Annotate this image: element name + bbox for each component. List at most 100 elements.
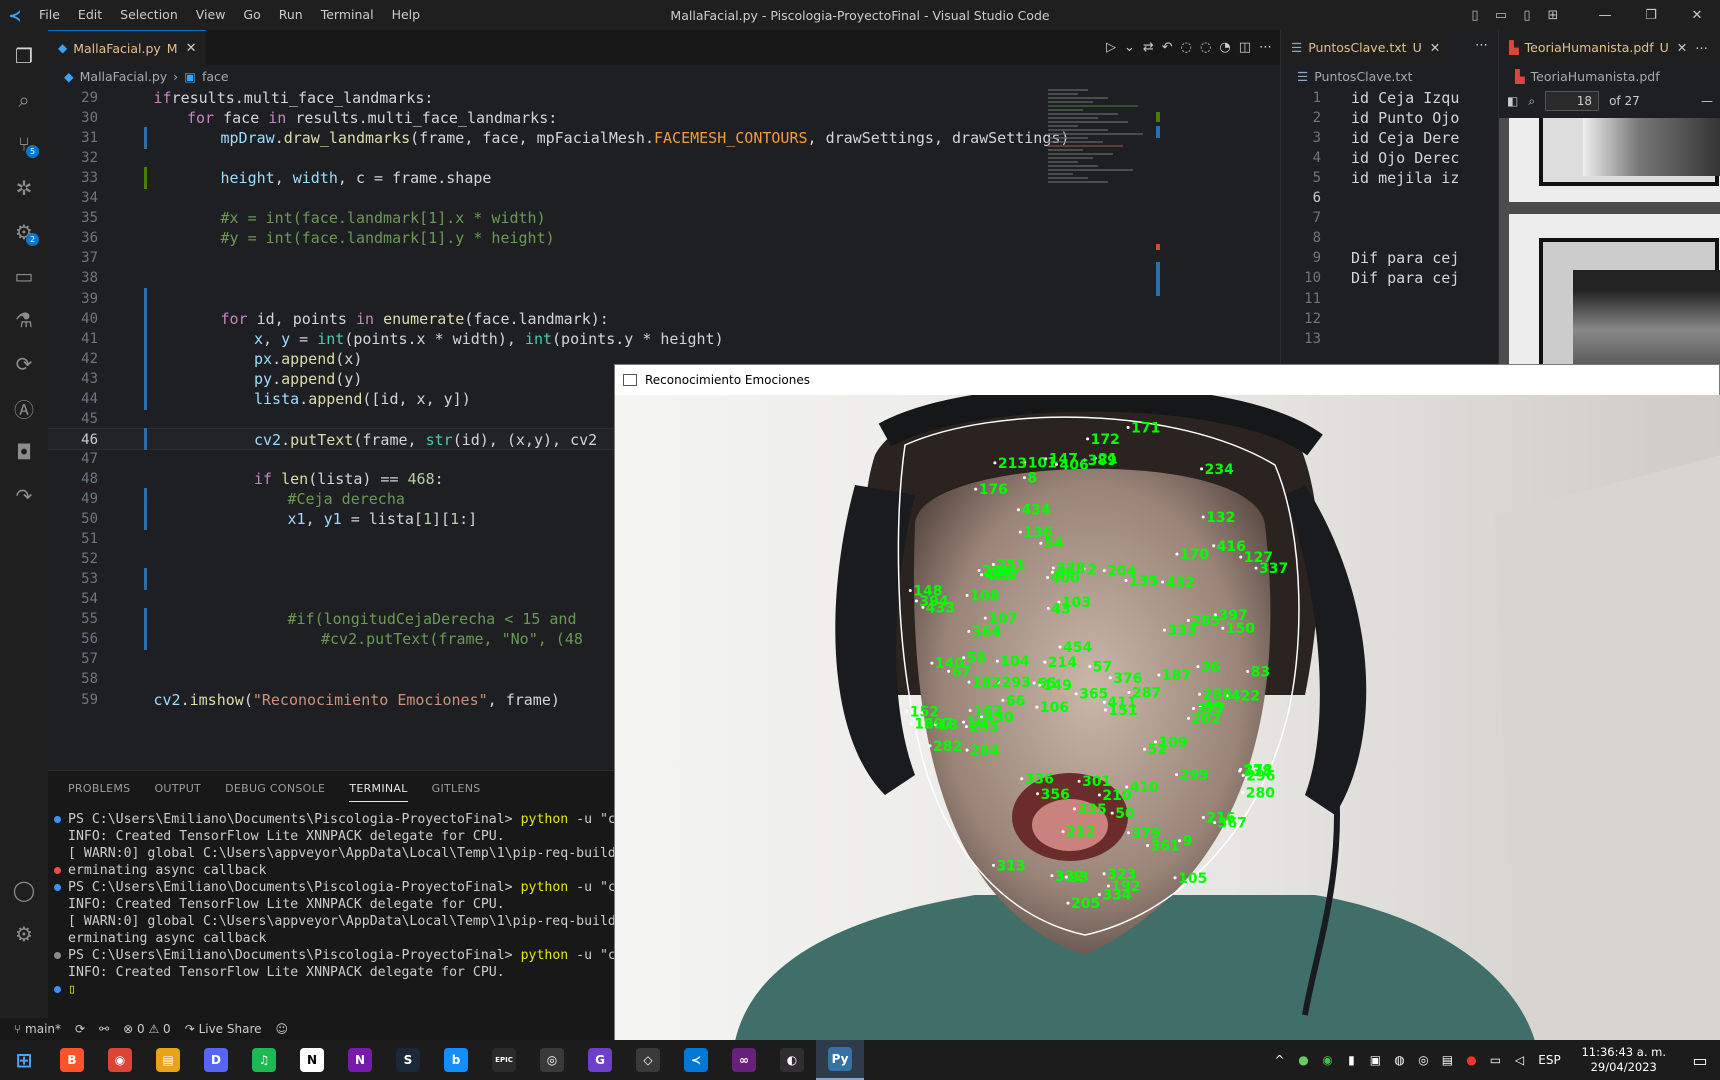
taskbar-start-icon[interactable]: ⊞ — [0, 1040, 48, 1080]
tab-teoriahumanista[interactable]: ▙ TeoriaHumanista.pdf U ✕ ⋯ — [1499, 30, 1718, 65]
volume-icon[interactable]: ◁ — [1507, 1053, 1531, 1067]
taskbar-notion-icon[interactable]: N — [288, 1040, 336, 1080]
close-tab-icon[interactable]: ✕ — [1677, 40, 1687, 55]
customize-layout-icon[interactable]: ⊞ — [1540, 8, 1566, 23]
taskbar-epic-games-icon[interactable]: EPIC — [480, 1040, 528, 1080]
menu-go[interactable]: Go — [234, 0, 269, 30]
taskbar-brave-icon[interactable]: B — [48, 1040, 96, 1080]
run-debug-icon[interactable]: ✲ — [0, 166, 48, 210]
terminal[interactable]: PS C:\Users\Emiliano\Documents\Piscologi… — [48, 811, 620, 998]
more-actions-icon[interactable]: ⋯ — [1475, 38, 1488, 53]
toggle-panel-icon[interactable]: ▭ — [1488, 8, 1514, 23]
breadcrumb-file[interactable]: PuntosClave.txt — [1314, 69, 1412, 84]
taskbar-python-icon[interactable]: Py — [816, 1040, 864, 1080]
microphone-icon[interactable]: ▮ — [1339, 1053, 1363, 1067]
command-decoration-icon[interactable] — [54, 986, 61, 993]
menu-help[interactable]: Help — [383, 0, 430, 30]
tray-app-icon[interactable]: ● — [1291, 1053, 1315, 1067]
breadcrumb-file[interactable]: MallaFacial.py — [80, 69, 168, 84]
tray-app-icon[interactable]: ▤ — [1435, 1053, 1459, 1067]
manage-gear-icon[interactable]: ⚙ — [0, 912, 48, 956]
menu-selection[interactable]: Selection — [111, 0, 187, 30]
extensions-icon[interactable]: ⚙ 2 — [0, 210, 48, 254]
zoom-out-icon[interactable]: — — [1701, 94, 1713, 108]
menu-file[interactable]: File — [30, 0, 69, 30]
taskbar-github-desktop-icon[interactable]: G — [576, 1040, 624, 1080]
chevron-up-icon[interactable]: ^ — [1267, 1053, 1291, 1067]
close-tab-icon[interactable]: ✕ — [186, 41, 197, 56]
run-dropdown-icon[interactable]: ⌄ — [1124, 40, 1135, 55]
tab-debug-console[interactable]: DEBUG CONSOLE — [225, 782, 325, 795]
tab-problems[interactable]: PROBLEMS — [68, 782, 130, 795]
tab-puntosclave[interactable]: ☰ PuntosClave.txt U ✕ — [1281, 30, 1451, 65]
minimize-button[interactable]: — — [1582, 8, 1628, 23]
run-icon[interactable]: ▷ — [1106, 40, 1116, 55]
taskbar-chrome-icon[interactable]: ◉ — [96, 1040, 144, 1080]
menu-edit[interactable]: Edit — [69, 0, 111, 30]
timeline-icon[interactable]: ◔ — [1219, 40, 1230, 55]
compare-changes-icon[interactable]: ⇄ — [1143, 40, 1154, 55]
taskbar-onenote-icon[interactable]: N — [336, 1040, 384, 1080]
tray-app-icon[interactable]: ▣ — [1363, 1053, 1387, 1067]
toggle-secondary-sidebar-icon[interactable]: ▯ — [1514, 8, 1540, 23]
gamepad-icon[interactable]: ◍ — [1387, 1053, 1411, 1067]
toggle-sidebar-icon[interactable]: ▯ — [1462, 8, 1488, 23]
breadcrumb-symbol[interactable]: face — [202, 69, 229, 84]
pdf-viewer[interactable] — [1499, 118, 1720, 370]
restore-button[interactable]: ❐ — [1628, 8, 1674, 23]
search-icon[interactable]: ⌕ — [1528, 94, 1535, 109]
minimap[interactable] — [1048, 87, 1168, 227]
git-graph-status-icon[interactable]: ⚯ — [99, 1022, 109, 1036]
tab-output[interactable]: OUTPUT — [154, 782, 201, 795]
taskbar-file-explorer-icon[interactable]: ▤ — [144, 1040, 192, 1080]
taskbar-steam-icon[interactable]: S — [384, 1040, 432, 1080]
menu-view[interactable]: View — [187, 0, 235, 30]
testing-icon[interactable]: ⚗ — [0, 298, 48, 342]
live-share-button[interactable]: ↷ Live Share — [185, 1022, 262, 1036]
feedback-smiley-icon[interactable]: ☺ — [276, 1022, 289, 1036]
previous-change-icon[interactable]: ◌ — [1181, 40, 1192, 55]
more-actions-icon[interactable]: ⋯ — [1695, 40, 1708, 55]
menu-run[interactable]: Run — [270, 0, 312, 30]
next-change-icon[interactable]: ◌ — [1200, 40, 1211, 55]
sync-icon[interactable]: ⟳ — [75, 1022, 85, 1036]
command-decoration-icon[interactable] — [54, 952, 61, 959]
split-editor-icon[interactable]: ◫ — [1239, 40, 1251, 55]
tray-app-icon[interactable]: ◉ — [1315, 1053, 1339, 1067]
taskbar-obs-icon[interactable]: ◐ — [768, 1040, 816, 1080]
remote-explorer-icon[interactable]: ▭ — [0, 254, 48, 298]
taskbar-spotify-icon[interactable]: ♫ — [240, 1040, 288, 1080]
network-icon[interactable]: ▭ — [1483, 1053, 1507, 1067]
tab-mallafacial[interactable]: ◆ MallaFacial.py M ✕ — [48, 30, 207, 65]
taskbar-visual-studio-icon[interactable]: ∞ — [720, 1040, 768, 1080]
taskbar-obs-like-icon[interactable]: ◎ — [528, 1040, 576, 1080]
sidebar-toggle-icon[interactable]: ◧ — [1507, 94, 1518, 108]
menu-terminal[interactable]: Terminal — [312, 0, 383, 30]
command-decoration-icon[interactable] — [54, 884, 61, 891]
git-graph-icon[interactable]: ⟳ — [0, 342, 48, 386]
more-actions-icon[interactable]: ⋯ — [1259, 40, 1272, 55]
taskbar-battle-net-icon[interactable]: b — [432, 1040, 480, 1080]
problems-indicator[interactable]: ⊗ 0 ⚠ 0 — [123, 1022, 171, 1036]
steam-tray-icon[interactable]: ◎ — [1411, 1053, 1435, 1067]
command-decoration-icon[interactable] — [54, 816, 61, 823]
notification-icon[interactable]: ▭ — [1680, 1051, 1720, 1070]
close-window-button[interactable]: ✕ — [1674, 8, 1720, 23]
close-tab-icon[interactable]: ✕ — [1430, 40, 1440, 55]
language-indicator[interactable]: ESP — [1531, 1053, 1567, 1067]
branch-indicator[interactable]: ⑂ main* — [14, 1022, 61, 1036]
source-control-icon[interactable]: ⑂ 5 — [0, 122, 48, 166]
clock[interactable]: 11:36:43 a. m. 29/04/2023 — [1567, 1045, 1680, 1075]
alert-icon[interactable]: ● — [1459, 1053, 1483, 1067]
breadcrumb-file[interactable]: TeoriaHumanista.pdf — [1531, 69, 1660, 84]
atlas-icon[interactable]: Ⓐ — [0, 386, 48, 430]
taskbar-vscode-icon[interactable]: ≺ — [672, 1040, 720, 1080]
command-decoration-icon[interactable] — [54, 867, 61, 874]
camera-window[interactable]: Reconocimiento Emociones 67 109 10 338 2… — [614, 364, 1720, 1041]
taskbar-discord-icon[interactable]: D — [192, 1040, 240, 1080]
search-icon[interactable]: ⌕ — [0, 78, 48, 122]
tab-gitlens[interactable]: GITLENS — [432, 782, 481, 795]
live-share-icon[interactable]: ↷ — [0, 474, 48, 518]
page-number-input[interactable]: 18 — [1545, 91, 1600, 111]
open-changes-icon[interactable]: ↶ — [1162, 40, 1173, 55]
